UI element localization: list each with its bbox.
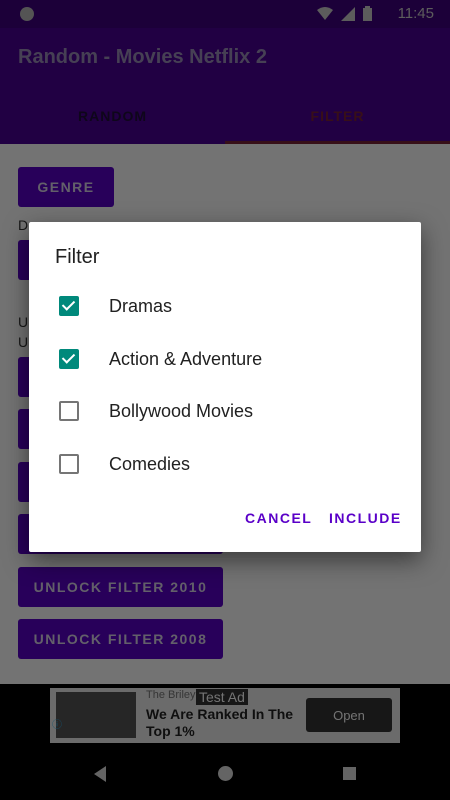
filter-dialog: Filter Dramas Action & Adventure Bollywo… xyxy=(29,222,421,552)
app-title: Random - Movies Netflix 2 xyxy=(18,46,267,68)
status-icons xyxy=(317,6,372,21)
wifi-icon xyxy=(317,6,333,20)
status-time: 11:45 xyxy=(397,5,434,22)
checkbox-unchecked-icon[interactable] xyxy=(59,454,79,474)
unlock-text-1: U xyxy=(18,314,29,330)
battery-icon xyxy=(363,6,372,21)
cancel-button[interactable]: CANCEL xyxy=(245,510,312,526)
unlock-filter-2008-button[interactable]: UNLOCK FILTER 2008 xyxy=(18,619,223,659)
tab-random-label: RANDOM xyxy=(78,108,147,124)
ad-banner-area: The Briley Test Ad We Are Ranked In The … xyxy=(0,684,450,748)
option-label: Bollywood Movies xyxy=(109,400,254,421)
dialog-title: Filter xyxy=(55,246,100,268)
tab-random[interactable]: RANDOM xyxy=(0,88,225,144)
option-label: Comedies xyxy=(109,453,191,474)
home-icon[interactable] xyxy=(218,766,233,781)
ad-open-button[interactable]: Open xyxy=(306,698,392,732)
ad-info-icon[interactable]: ⓘ xyxy=(52,716,62,731)
ad-headline: We Are Ranked In The Top 1% xyxy=(146,706,294,739)
tab-bar: RANDOM FILTER xyxy=(0,88,450,144)
tab-filter-label: FILTER xyxy=(310,108,365,124)
option-dramas[interactable]: Dramas xyxy=(29,280,421,332)
option-label: Dramas xyxy=(109,295,173,316)
option-action-adventure[interactable]: Action & Adventure xyxy=(29,333,421,385)
option-bollywood-movies[interactable]: Bollywood Movies xyxy=(29,385,421,437)
checkbox-checked-icon[interactable] xyxy=(59,349,79,369)
recents-icon[interactable] xyxy=(343,767,356,780)
checkbox-unchecked-icon[interactable] xyxy=(59,401,79,421)
ad-banner[interactable]: The Briley Test Ad We Are Ranked In The … xyxy=(50,688,400,743)
tab-filter[interactable]: FILTER xyxy=(225,88,450,144)
navigation-bar xyxy=(0,748,450,800)
include-button[interactable]: INCLUDE xyxy=(329,510,402,526)
option-label: Action & Adventure xyxy=(109,348,263,369)
notification-icon xyxy=(20,7,34,21)
back-icon[interactable] xyxy=(94,766,106,782)
genre-button[interactable]: GENRE xyxy=(18,167,114,207)
status-bar: 11:45 xyxy=(0,0,450,28)
unlock-text-2: U xyxy=(18,334,29,350)
signal-icon xyxy=(341,6,355,21)
unlock-filter-2010-button[interactable]: UNLOCK FILTER 2010 xyxy=(18,567,223,607)
checkbox-checked-icon[interactable] xyxy=(59,296,79,316)
ad-test-label: Test Ad xyxy=(196,689,248,705)
app-bar: Random - Movies Netflix 2 xyxy=(0,28,450,88)
ad-thumbnail xyxy=(56,692,136,738)
ad-brand: The Briley xyxy=(146,689,196,701)
option-comedies[interactable]: Comedies xyxy=(29,438,421,490)
